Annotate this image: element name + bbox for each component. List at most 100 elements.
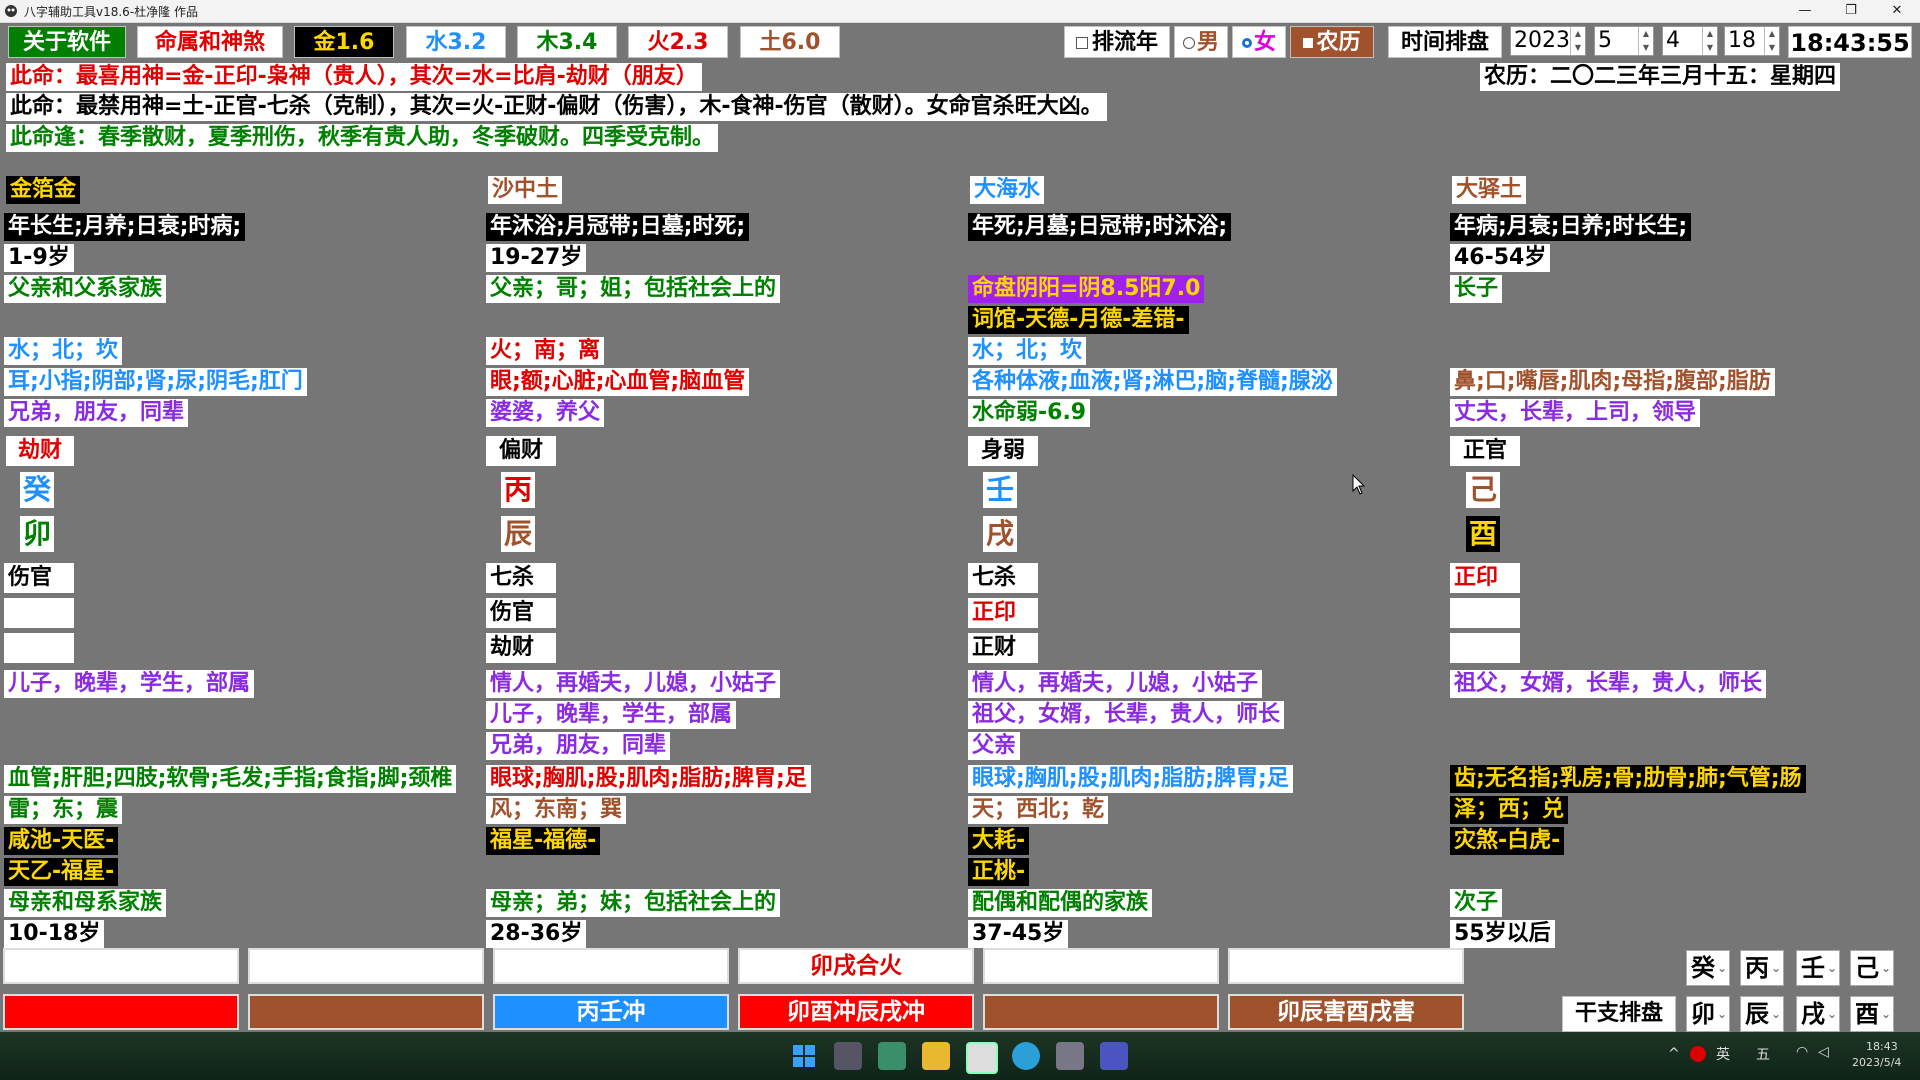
hour-spinner[interactable]: 18 ▲ ▼ <box>1724 26 1780 56</box>
lunar-date: 农历：二〇二三年三月十五：星期四 <box>1480 63 1841 91</box>
pillar3-stars-top: 词馆-天德-月德-差错- <box>968 306 1189 334</box>
speaker-icon[interactable]: ◁ <box>1818 1044 1829 1060</box>
stem-select-month[interactable]: 丙 ⌄ <box>1740 950 1784 986</box>
pillar3-hidden-3: 正财 <box>968 633 1038 663</box>
element-metal-button[interactable]: 金1.6 <box>294 26 394 58</box>
flow-year-label: 排流年 <box>1091 30 1158 55</box>
pillar1-direction2: 雷；东；震 <box>4 796 123 824</box>
minimize-button[interactable]: — <box>1782 0 1828 22</box>
checkbox-box-icon <box>1075 37 1088 49</box>
male-radio[interactable]: 男 <box>1174 26 1228 58</box>
pillar4-nayin: 大驿土 <box>1452 176 1527 204</box>
pillar2-family2: 母亲；弟；妹；包括社会上的 <box>486 889 781 917</box>
summary-favorable: 此命：最喜用神=金-正印-枭神（贵人），其次=水=比肩-劫财（朋友） <box>6 63 702 91</box>
pillar2-age2: 28-36岁 <box>486 920 587 948</box>
stem-select-hour[interactable]: 己 ⌄ <box>1850 950 1894 986</box>
pillar1-age: 1-9岁 <box>4 244 74 272</box>
search-icon[interactable] <box>834 1042 862 1070</box>
element-water-button[interactable]: 水3.2 <box>406 26 506 58</box>
taskbar-time[interactable]: 18:43 <box>1866 1040 1898 1053</box>
spinner-arrows-icon[interactable]: ▲ ▼ <box>1702 27 1717 55</box>
pillar1-relation: 兄弟，朋友，同辈 <box>4 399 189 427</box>
maximize-button[interactable]: ❐ <box>1828 0 1874 22</box>
branch-select-hour-value: 酉 <box>1855 1000 1879 1028</box>
element-fire-button[interactable]: 火2.3 <box>628 26 728 58</box>
ganzhi-chart-button[interactable]: 干支排盘 <box>1562 996 1676 1032</box>
pillar1-branch: 卯 <box>20 516 54 552</box>
windows-start-icon[interactable] <box>792 1044 816 1068</box>
close-button[interactable]: ✕ <box>1874 0 1920 22</box>
pillar2-stem: 丙 <box>501 472 535 508</box>
lunar-checkbox[interactable]: 农历 <box>1290 26 1374 58</box>
edge-browser-icon[interactable] <box>1012 1042 1040 1070</box>
window-title: 八字辅助工具v18.6-杜净隆 作品 <box>24 5 198 19</box>
month-value: 5 <box>1598 28 1612 53</box>
branch-select-hour[interactable]: 酉 ⌄ <box>1850 996 1894 1032</box>
radio-selected-icon <box>1241 38 1252 48</box>
pillar1-nayin: 金箔金 <box>6 176 81 204</box>
pillar4-direction2: 泽；西；兑 <box>1450 796 1569 824</box>
pillar1-stages: 年长生;月养;日衰;时病; <box>4 213 246 241</box>
month-spinner[interactable]: 5 ▲ ▼ <box>1594 26 1654 56</box>
female-radio[interactable]: 女 <box>1232 26 1286 58</box>
file-explorer-icon[interactable] <box>922 1042 950 1070</box>
pillar2-direction: 火；南；离 <box>486 337 605 365</box>
tray-chevron-up-icon[interactable]: ^ <box>1668 1046 1680 1062</box>
pillar2-hidden-1: 七杀 <box>486 563 556 593</box>
chevron-down-icon: ⌄ <box>1770 961 1781 975</box>
pillar3-direction2: 天；西北；乾 <box>968 796 1109 824</box>
spinner-arrows-icon[interactable]: ▲ ▼ <box>1570 27 1585 55</box>
stem-select-day[interactable]: 壬 ⌄ <box>1796 950 1840 986</box>
stem-select-year[interactable]: 癸 ⌄ <box>1686 950 1730 986</box>
summary-forbidden: 此命：最禁用神=土-正官-七杀（克制），其次=火-正财-偏财（伤害），木-食神-… <box>6 93 1107 121</box>
task-view-icon[interactable] <box>878 1042 906 1070</box>
taskbar-date[interactable]: 2023/5/4 <box>1852 1056 1901 1069</box>
pillar4-hidden-3 <box>1450 633 1520 663</box>
wifi-icon[interactable]: ◠ <box>1796 1044 1808 1060</box>
element-earth-button[interactable]: 土6.0 <box>740 26 840 58</box>
relation-box-4: 卯戌合火 <box>738 948 974 984</box>
pillar3-branch: 戌 <box>983 516 1017 552</box>
summary-seasons: 此命逢：春季散财，夏季刑伤，秋季有贵人助，冬季破财。四季受克制。 <box>6 124 719 152</box>
ime-indicator[interactable]: 英 <box>1716 1044 1730 1064</box>
time-chart-button[interactable]: 时间排盘 <box>1388 26 1502 58</box>
pillar2-body2: 眼球;胸肌;股;肌肉;脂肪;脾胃;足 <box>486 765 811 793</box>
pillar2-rel-3: 兄弟，朋友，同辈 <box>486 732 671 760</box>
branch-select-month-value: 辰 <box>1745 1000 1769 1028</box>
pillar3-body2: 眼球;胸肌;股;肌肉;脂肪;脾胃;足 <box>968 765 1293 793</box>
branch-select-year[interactable]: 卯 ⌄ <box>1686 996 1730 1032</box>
pillar4-branch: 酉 <box>1466 516 1500 552</box>
about-button[interactable]: 关于软件 <box>8 26 126 58</box>
cube-app-icon[interactable] <box>1056 1042 1084 1070</box>
branch-select-month[interactable]: 辰 ⌄ <box>1740 996 1784 1032</box>
branch-select-day-value: 戌 <box>1801 1000 1825 1028</box>
tray-app-icon[interactable] <box>1690 1046 1706 1062</box>
destiny-button[interactable]: 命属和神煞 <box>137 26 283 58</box>
element-wood-button[interactable]: 木3.4 <box>517 26 617 58</box>
shield-app-icon[interactable] <box>1100 1042 1128 1070</box>
pillar3-body: 各种体液;血液;肾;淋巴;脑;脊髓;腺泌 <box>968 368 1337 396</box>
pillar1-hidden-3 <box>4 633 74 663</box>
pillar3-star-2: 正桃- <box>968 858 1030 886</box>
pillar1-family: 父亲和父系家族 <box>4 275 167 303</box>
pillar1-hidden-2 <box>4 598 74 628</box>
flow-year-checkbox[interactable]: 排流年 <box>1064 26 1170 58</box>
pillar2-rel-1: 情人，再婚夫，儿媳，小姑子 <box>486 670 781 698</box>
pillar3-family2: 配偶和配偶的家族 <box>968 889 1153 917</box>
pillar2-nayin: 沙中土 <box>488 176 563 204</box>
pillar1-body2: 血管;肝胆;四肢;软骨;毛发;手指;食指;脚;颈椎 <box>4 765 457 793</box>
day-spinner[interactable]: 4 ▲ ▼ <box>1662 26 1718 56</box>
branch-select-year-value: 卯 <box>1691 1000 1715 1028</box>
pillar1-stem-god: 劫财 <box>6 436 74 466</box>
pillar4-stem: 己 <box>1466 472 1500 508</box>
stem-select-month-value: 丙 <box>1745 954 1769 982</box>
bazi-app-icon[interactable] <box>966 1042 998 1074</box>
year-spinner[interactable]: 2023 ▲ ▼ <box>1510 26 1586 56</box>
pillar2-branch: 辰 <box>501 516 535 552</box>
pillar3-strength: 水命弱-6.9 <box>968 399 1091 427</box>
spinner-arrows-icon[interactable]: ▲ ▼ <box>1638 27 1653 55</box>
spinner-arrows-icon[interactable]: ▲ ▼ <box>1764 27 1779 55</box>
chevron-down-icon: ⌄ <box>1880 1007 1891 1021</box>
branch-select-day[interactable]: 戌 ⌄ <box>1796 996 1840 1032</box>
clash-box-2 <box>248 994 484 1030</box>
